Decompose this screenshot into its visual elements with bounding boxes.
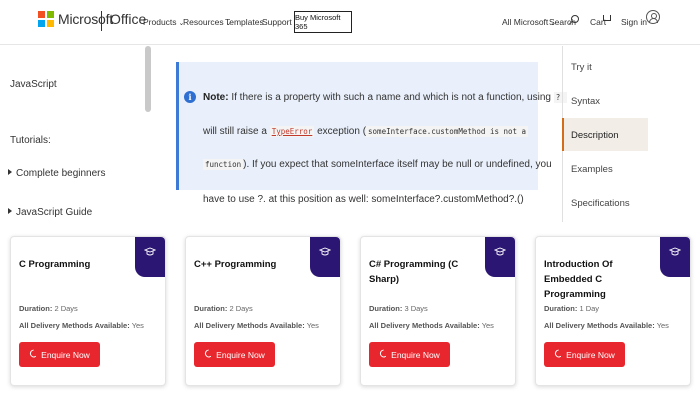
profile-icon[interactable] — [646, 10, 660, 24]
course-title: C++ Programming — [194, 259, 277, 270]
typeerror-link[interactable]: TypeError — [269, 126, 315, 137]
course-badge — [485, 237, 515, 277]
graduation-cap-icon — [319, 247, 331, 256]
course-card[interactable]: Introduction Of Embedded C Programming D… — [535, 236, 691, 386]
toc-specifications[interactable]: Specifications — [571, 198, 630, 209]
phone-icon — [379, 350, 387, 359]
graduation-cap-icon — [144, 247, 156, 256]
toc-description[interactable]: Description — [571, 130, 619, 141]
triangle-right-icon — [8, 208, 12, 214]
enquire-now-button[interactable]: Enquire Now — [194, 342, 275, 367]
course-delivery: All Delivery Methods Available: Yes — [369, 321, 494, 330]
course-delivery: All Delivery Methods Available: Yes — [19, 321, 144, 330]
toc-try-it[interactable]: Try it — [571, 62, 592, 73]
note-line-4: have to use ?. at this position as well:… — [203, 194, 524, 205]
toc-syntax[interactable]: Syntax — [571, 96, 600, 107]
course-title: C Programming — [19, 259, 91, 270]
course-delivery: All Delivery Methods Available: Yes — [194, 321, 319, 330]
sidebar-item-complete-beginners[interactable]: Complete beginners — [8, 168, 106, 179]
note-label: Note: — [203, 92, 229, 103]
course-badge — [310, 237, 340, 277]
microsoft-logo-icon[interactable] — [38, 11, 54, 27]
search-icon[interactable] — [571, 15, 579, 23]
buy-microsoft-365-button[interactable]: Buy Microsoft 365 — [294, 11, 352, 33]
signin-label[interactable]: Sign in — [621, 17, 647, 27]
course-title: Introduction Of Embedded C Programming — [544, 259, 613, 300]
course-delivery: All Delivery Methods Available: Yes — [544, 321, 669, 330]
top-header: Microsoft Office Products ⌄ Resources ⌄ Te… — [0, 0, 700, 45]
info-icon: i — [184, 91, 196, 103]
note-line-1: Note: If there is a property with such a… — [203, 92, 567, 103]
sidebar-tutorials-label: Tutorials: — [10, 135, 51, 146]
enquire-now-button[interactable]: Enquire Now — [544, 342, 625, 367]
course-title: C# Programming (C Sharp) — [369, 259, 459, 285]
note-line-3: function). If you expect that someInterf… — [203, 159, 552, 170]
course-badge — [660, 237, 690, 277]
phone-icon — [204, 350, 212, 359]
course-badge — [135, 237, 165, 277]
graduation-cap-icon — [669, 247, 681, 256]
course-duration: Duration: 3 Days — [369, 304, 428, 313]
triangle-right-icon — [8, 169, 12, 175]
sidebar-scrollbar[interactable] — [145, 46, 151, 112]
brand-divider — [101, 11, 102, 31]
enquire-now-button[interactable]: Enquire Now — [19, 342, 100, 367]
nav-templates[interactable]: Templates — [225, 17, 264, 27]
sidebar-item-javascript-guide[interactable]: JavaScript Guide — [8, 207, 92, 218]
phone-icon — [554, 350, 562, 359]
sidebar-title[interactable]: JavaScript — [10, 79, 57, 90]
course-duration: Duration: 1 Day — [544, 304, 600, 313]
note-line-2: will still raise a TypeError exception (… — [203, 126, 529, 137]
course-duration: Duration: 2 Days — [194, 304, 253, 313]
brand-name[interactable]: Microsoft — [58, 11, 113, 27]
product-name[interactable]: Office — [110, 11, 146, 27]
enquire-now-button[interactable]: Enquire Now — [369, 342, 450, 367]
toc-examples[interactable]: Examples — [571, 164, 613, 175]
graduation-cap-icon — [494, 247, 506, 256]
course-card[interactable]: C++ Programming Duration: 2 Days All Del… — [185, 236, 341, 386]
course-card[interactable]: C# Programming (C Sharp) Duration: 3 Day… — [360, 236, 516, 386]
course-duration: Duration: 2 Days — [19, 304, 78, 313]
course-card[interactable]: C Programming Duration: 2 Days All Deliv… — [10, 236, 166, 386]
nav-support[interactable]: Support — [262, 17, 292, 27]
nav-products[interactable]: Products ⌄ — [143, 17, 184, 27]
cart-icon[interactable] — [603, 15, 611, 21]
phone-icon — [29, 350, 37, 359]
